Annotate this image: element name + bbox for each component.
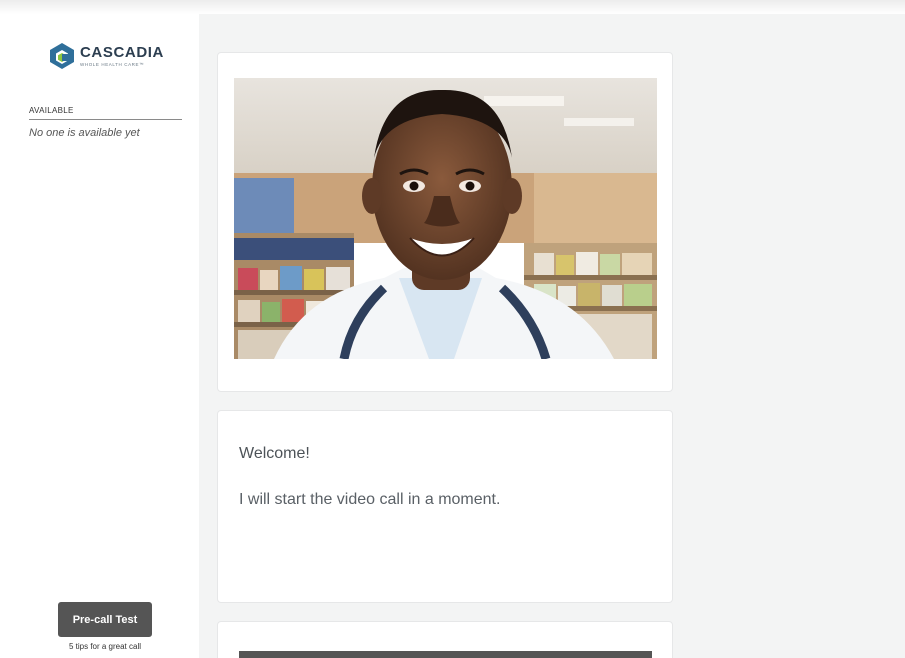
video-preview-bar	[239, 651, 652, 658]
tips-link[interactable]: 5 tips for a great call	[57, 642, 153, 651]
video-preview-card	[217, 621, 673, 658]
provider-photo	[234, 78, 657, 359]
doctor-photo-image	[234, 78, 657, 359]
available-heading: AVAILABLE	[29, 106, 182, 120]
logo-tagline: WHOLE HEALTH CARE™	[80, 61, 145, 67]
available-empty-message: No one is available yet	[29, 127, 140, 139]
main-content: Welcome! I will start the video call in …	[199, 14, 905, 658]
sidebar: CASCADIA WHOLE HEALTH CARE™ AVAILABLE No…	[12, 14, 199, 658]
cascadia-logo: CASCADIA WHOLE HEALTH CARE™	[49, 42, 164, 70]
precall-test-button[interactable]: Pre-call Test	[58, 602, 152, 637]
welcome-title: Welcome!	[239, 445, 310, 462]
welcome-card: Welcome! I will start the video call in …	[217, 410, 673, 603]
cascadia-logo-icon	[50, 43, 74, 69]
provider-photo-card	[217, 52, 673, 392]
welcome-message: I will start the video call in a moment.	[239, 491, 501, 508]
logo-text: CASCADIA WHOLE HEALTH CARE™	[80, 43, 164, 68]
logo-name: CASCADIA	[80, 43, 164, 61]
top-shadow	[0, 0, 905, 14]
